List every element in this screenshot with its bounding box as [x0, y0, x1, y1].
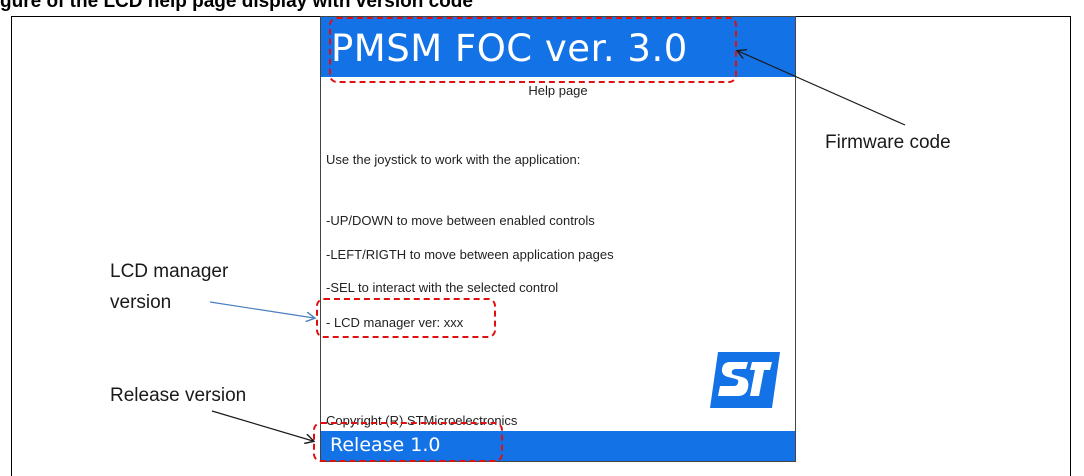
- callout-arrows: [209, 0, 906, 462]
- release-version-arrow: [211, 410, 313, 441]
- firmware-code-arrow: [738, 51, 906, 126]
- lcd-manager-arrow: [209, 301, 314, 318]
